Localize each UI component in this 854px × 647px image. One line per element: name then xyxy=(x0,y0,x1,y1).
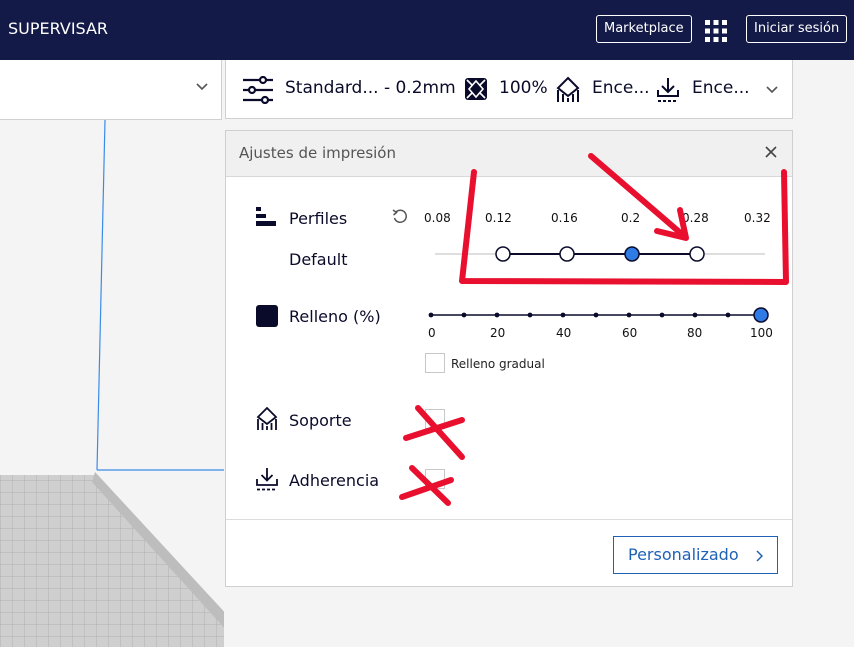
infill-step xyxy=(626,312,632,318)
custom-button-label: Personalizado xyxy=(628,545,739,564)
build-plate-viewport[interactable] xyxy=(0,120,224,647)
infill-tick: 80 xyxy=(687,326,703,340)
infill-step xyxy=(692,312,698,318)
adhesion-label: Adherencia xyxy=(289,471,380,490)
print-settings-panel: Ajustes de impresión Perfiles Default 0.… xyxy=(225,130,793,587)
gradual-infill-checkbox[interactable] xyxy=(425,353,445,373)
profile-tick: 0.32 xyxy=(744,211,771,225)
adhesion-summary[interactable]: Ence... xyxy=(692,78,750,98)
profile-point-0.12 xyxy=(495,246,511,262)
adhesion-checkbox[interactable] xyxy=(425,469,445,489)
panel-title: Ajustes de impresión xyxy=(239,144,396,162)
infill-step xyxy=(659,312,665,318)
custom-button[interactable]: Personalizado xyxy=(613,536,778,574)
infill-step xyxy=(494,312,500,318)
infill-pattern-icon xyxy=(465,78,487,100)
gradual-infill-label: Relleno gradual xyxy=(451,357,545,371)
profiles-icon xyxy=(256,207,276,226)
infill-handle xyxy=(753,307,769,323)
profile-tick: 0.16 xyxy=(551,211,578,225)
profile-tick: 0.2 xyxy=(621,211,641,225)
support-checkbox[interactable] xyxy=(425,409,445,429)
infill-slider[interactable] xyxy=(423,305,773,325)
marketplace-button[interactable]: Marketplace xyxy=(596,15,692,43)
panel-header: Ajustes de impresión xyxy=(226,131,792,177)
chevron-down-icon[interactable] xyxy=(765,85,779,95)
support-icon xyxy=(256,406,278,430)
apps-grid-icon[interactable] xyxy=(704,19,728,43)
chevron-right-icon xyxy=(756,550,763,562)
infill-step xyxy=(527,312,533,318)
infill-tick: 60 xyxy=(622,326,638,340)
top-bar: SUPERVISAR Marketplace Iniciar sesión xyxy=(0,0,854,60)
infill-tick: 100 xyxy=(750,326,773,340)
profile-point-0.28 xyxy=(689,246,705,262)
panel-divider xyxy=(226,519,792,520)
profile-tick: 0.08 xyxy=(424,211,451,225)
support-icon xyxy=(556,76,580,102)
infill-step xyxy=(560,312,566,318)
infill-icon xyxy=(256,305,278,327)
layer-height-slider[interactable] xyxy=(431,243,771,265)
infill-tick: 0 xyxy=(428,326,436,340)
chevron-down-icon xyxy=(196,83,208,91)
adhesion-icon xyxy=(256,468,278,491)
infill-step xyxy=(428,312,434,318)
printer-selector[interactable] xyxy=(0,60,222,120)
infill-step xyxy=(593,312,599,318)
profile-tick: 0.12 xyxy=(485,211,512,225)
infill-step xyxy=(725,312,731,318)
login-button[interactable]: Iniciar sesión xyxy=(746,15,848,43)
app-title[interactable]: SUPERVISAR xyxy=(8,19,108,38)
infill-tick: 20 xyxy=(490,326,506,340)
support-label: Soporte xyxy=(289,411,352,430)
profiles-label: Perfiles xyxy=(289,209,348,228)
profile-point-0.2 xyxy=(624,246,640,262)
profile-point-0.16 xyxy=(559,246,575,262)
reset-icon[interactable] xyxy=(392,209,408,225)
infill-tick: 40 xyxy=(556,326,572,340)
print-settings-bar[interactable]: Standard... - 0.2mm 100% Ence... Ence... xyxy=(225,60,793,119)
sliders-icon xyxy=(243,76,273,104)
profile-summary[interactable]: Standard... - 0.2mm xyxy=(285,78,456,98)
close-icon[interactable] xyxy=(764,145,778,159)
support-summary[interactable]: Ence... xyxy=(592,78,650,98)
infill-step xyxy=(461,312,467,318)
profile-tick: 0.28 xyxy=(682,211,709,225)
adhesion-icon xyxy=(657,78,679,102)
infill-summary[interactable]: 100% xyxy=(499,78,548,98)
infill-label: Relleno (%) xyxy=(289,307,381,326)
profile-current: Default xyxy=(289,250,348,269)
